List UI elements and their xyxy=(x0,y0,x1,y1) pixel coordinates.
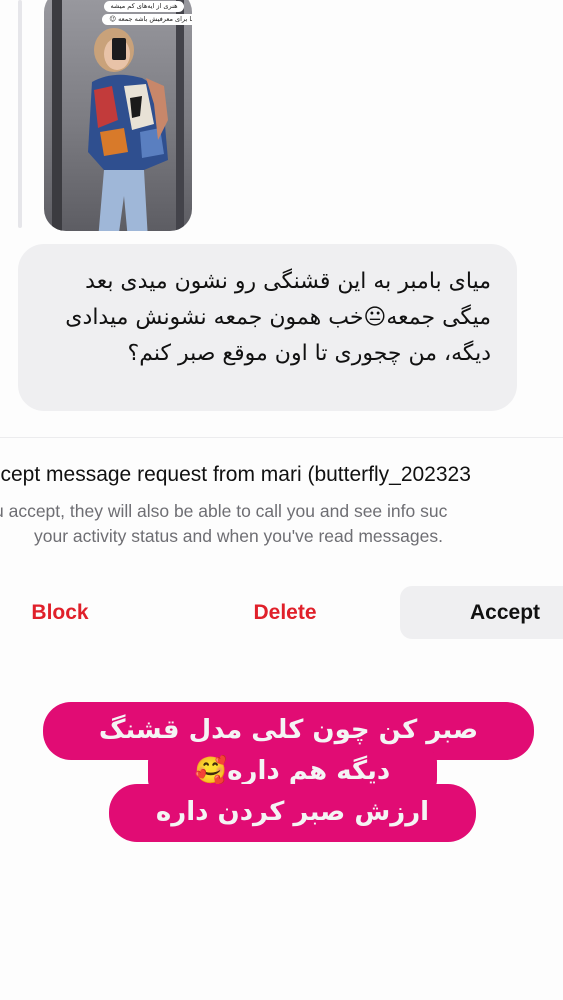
caption-overlay: صبر کن چون کلی مدل قشنگ دیگه هم داره🥰 ار… xyxy=(0,702,563,842)
mirror-frame xyxy=(176,0,184,231)
incoming-message-bubble[interactable]: میای بامبر به این قشنگی رو نشون میدی بعد… xyxy=(18,244,517,411)
description-line: u accept, they will also be able to call… xyxy=(0,501,448,521)
reply-indicator-bar xyxy=(18,0,22,228)
divider xyxy=(0,437,563,438)
story-text-sticker: وعده ما برای معرفیش باشه جمعه 😉 xyxy=(102,14,192,25)
block-button[interactable]: Block xyxy=(10,586,110,639)
accept-button[interactable]: Accept xyxy=(400,586,563,639)
caption-line: ارزش صبر کردن داره xyxy=(109,784,476,842)
description-line: your activity status and when you've rea… xyxy=(34,526,443,546)
story-text-sticker: هنری از ایه‌های کم میشه xyxy=(104,1,184,12)
message-request-title: ccept message request from mari (butterf… xyxy=(0,463,471,486)
mirror-frame xyxy=(52,0,62,231)
message-text: میای بامبر به این قشنگی رو نشون میدی بعد… xyxy=(65,269,491,366)
story-photo-figure xyxy=(88,28,168,231)
message-request-description: u accept, they will also be able to call… xyxy=(0,499,563,549)
dm-request-screen: هنری از ایه‌های کم میشه وعده ما برای معر… xyxy=(0,0,563,1000)
delete-button[interactable]: Delete xyxy=(230,586,340,639)
shared-story-preview[interactable]: هنری از ایه‌های کم میشه وعده ما برای معر… xyxy=(44,0,192,231)
